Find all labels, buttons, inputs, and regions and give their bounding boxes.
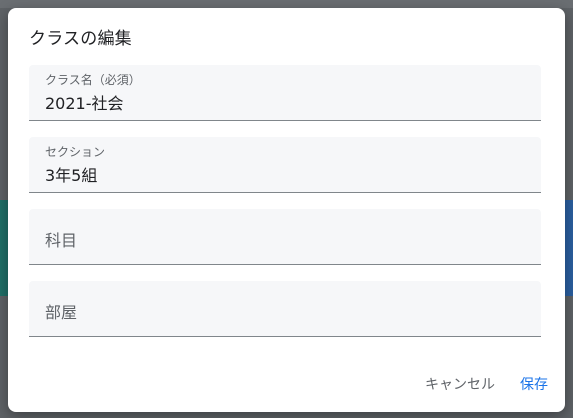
cancel-button[interactable]: キャンセル	[425, 374, 495, 394]
section-value[interactable]: 3年5組	[45, 162, 97, 186]
room-placeholder: 部屋	[45, 303, 78, 322]
subject-field[interactable]: 科目	[29, 209, 541, 265]
dialog-title: クラスの編集	[29, 29, 132, 49]
section-label: セクション	[45, 145, 106, 159]
background-card-left	[0, 200, 8, 296]
edit-class-dialog: クラスの編集 クラス名（必須） 2021-社会 セクション 3年5組 科目 部屋…	[8, 8, 565, 412]
class-name-value[interactable]: 2021-社会	[45, 90, 124, 114]
room-field[interactable]: 部屋	[29, 281, 541, 337]
background-page-strip	[0, 0, 573, 8]
save-button[interactable]: 保存	[520, 374, 548, 394]
class-name-field[interactable]: クラス名（必須） 2021-社会	[29, 65, 541, 121]
class-name-label: クラス名（必須）	[45, 73, 141, 87]
section-field[interactable]: セクション 3年5組	[29, 137, 541, 193]
background-card-right	[565, 200, 573, 296]
subject-placeholder: 科目	[45, 231, 78, 250]
